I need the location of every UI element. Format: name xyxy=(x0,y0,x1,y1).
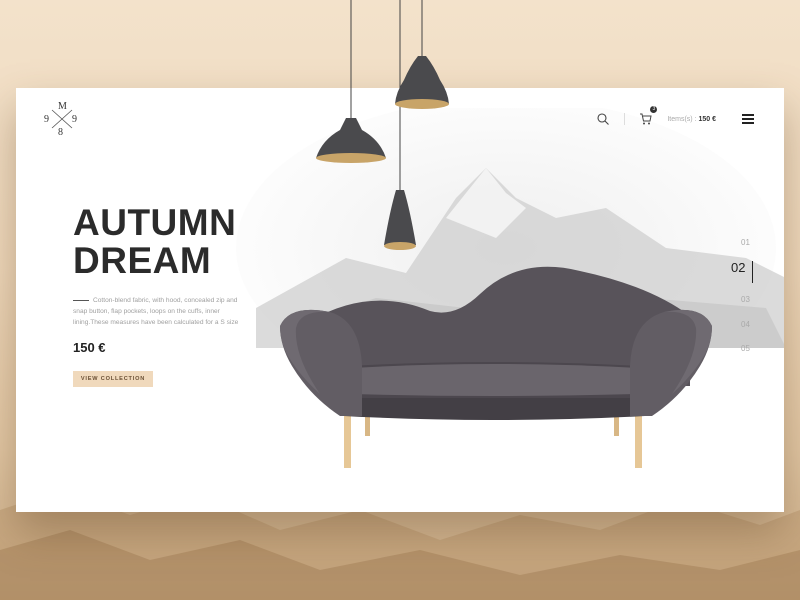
pager-item-03[interactable]: 03 xyxy=(741,295,750,304)
pager-active-bar xyxy=(752,261,753,283)
logo-bottom: 8 xyxy=(58,127,63,138)
pager-item-04[interactable]: 04 xyxy=(741,320,750,329)
description-dash xyxy=(73,299,89,301)
pager-item-05[interactable]: 05 xyxy=(741,344,750,353)
cart-summary[interactable]: Items(s) : 150 € xyxy=(667,116,716,123)
hero-title-line1: AUTUMN xyxy=(73,202,237,243)
search-icon[interactable] xyxy=(596,112,610,126)
hero-card: M 9 9 8 3 Items(s) : 150 € AUTUMN DREAM … xyxy=(16,88,784,512)
hero-title: AUTUMN DREAM xyxy=(73,204,236,280)
hero-description-text: Cotton-blend fabric, with hood, conceale… xyxy=(73,297,239,326)
logo-top: M xyxy=(58,101,67,112)
hero-price: 150 € xyxy=(73,340,106,355)
view-collection-button[interactable]: VIEW COLLECTION xyxy=(73,371,153,387)
items-label: Items(s) : xyxy=(667,115,697,123)
logo-left: 9 xyxy=(44,114,49,125)
pager-item-01[interactable]: 01 xyxy=(741,238,750,247)
sofa-image xyxy=(280,266,712,468)
top-nav: 3 Items(s) : 150 € xyxy=(596,106,754,126)
menu-icon[interactable] xyxy=(742,114,754,124)
logo-right: 9 xyxy=(72,114,77,125)
logo[interactable]: M 9 9 8 xyxy=(44,101,80,138)
hero-title-line2: DREAM xyxy=(73,240,212,281)
hero-description: Cotton-blend fabric, with hood, conceale… xyxy=(73,295,253,328)
items-value: 150 € xyxy=(698,115,716,123)
cart-count-badge: 3 xyxy=(650,106,658,113)
cart-icon[interactable]: 3 xyxy=(639,106,658,126)
pager-item-02[interactable]: 02 xyxy=(731,260,745,275)
nav-divider xyxy=(624,113,626,125)
